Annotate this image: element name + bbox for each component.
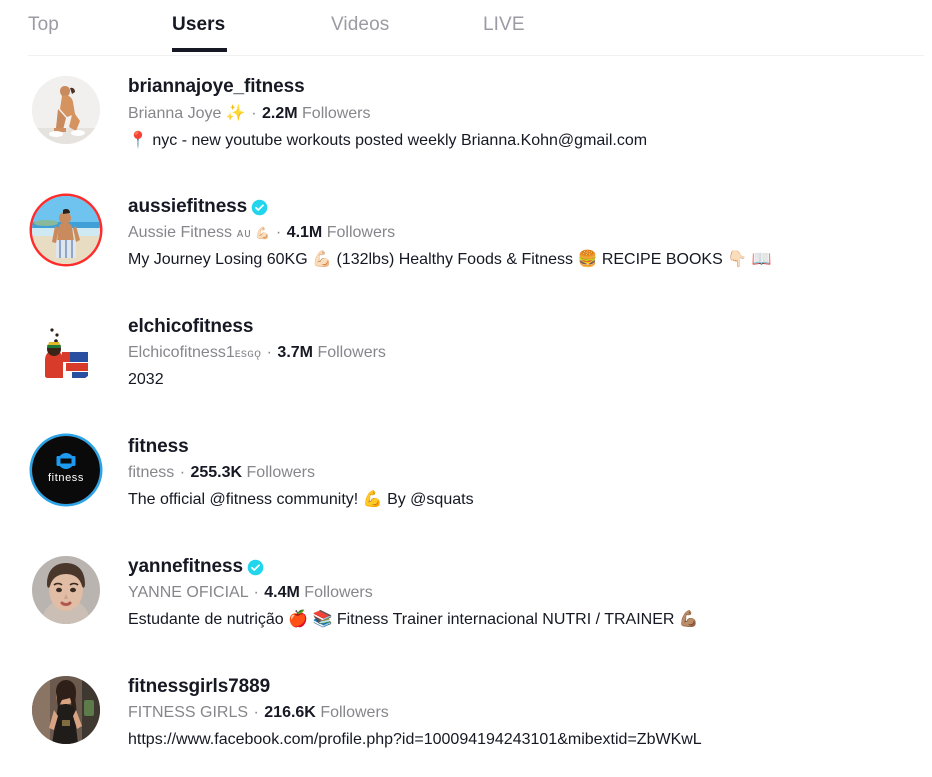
user-description: Estudante de nutrição 🍎 📚 Fitness Traine… — [128, 611, 699, 628]
followers-count: 216.6K — [264, 704, 316, 721]
user-meta-line: fitness · 255.3K Followers — [128, 461, 920, 485]
username-text: fitness — [128, 436, 189, 457]
avatar-image-woman-gym — [32, 676, 100, 744]
meta-separator: · — [253, 704, 259, 721]
followers-label: Followers — [326, 224, 396, 241]
meta-separator: · — [251, 105, 257, 122]
username-text: fitnessgirls7889 — [128, 676, 271, 697]
username-row[interactable]: aussiefitness — [128, 194, 920, 219]
followers-count: 255.3K — [190, 464, 243, 481]
avatar-image-woman-portrait — [32, 556, 100, 624]
avatar-image-cartoon-logo — [32, 316, 100, 384]
avatar-container — [28, 310, 104, 384]
user-result-row[interactable]: fitness fitness fitness · 255.3K Followe… — [0, 422, 932, 542]
username-row[interactable]: elchicofitness — [128, 314, 920, 339]
user-description: 2032 — [128, 371, 164, 388]
user-meta-line: FITNESS GIRLS · 216.6K Followers — [128, 701, 920, 725]
user-meta-line: Elchicofitness1ᴇsɢǫ · 3.7M Followers — [128, 341, 920, 365]
avatar-container — [28, 190, 104, 264]
user-description: The official @fitness community! 💪 By @s… — [128, 491, 474, 508]
followers-count: 4.1M — [286, 224, 323, 241]
username-row[interactable]: fitness — [128, 434, 920, 459]
user-info: yannefitness YANNE OFICIAL · 4.4M Follow… — [104, 550, 920, 633]
tab-videos[interactable]: Videos — [331, 14, 483, 52]
followers-label: Followers — [317, 344, 386, 361]
username-text: briannajoye_fitness — [128, 76, 305, 97]
username-text: aussiefitness — [128, 196, 248, 217]
user-result-row[interactable]: yannefitness YANNE OFICIAL · 4.4M Follow… — [0, 542, 932, 662]
avatar[interactable] — [32, 316, 100, 384]
display-name: Elchicofitness1 — [128, 344, 235, 361]
username-text: elchicofitness — [128, 316, 254, 337]
svg-text:fitness: fitness — [48, 472, 84, 484]
tab-top-label: Top — [28, 14, 59, 35]
username-row[interactable]: fitnessgirls7889 — [128, 674, 920, 699]
meta-separator: · — [179, 464, 186, 481]
tab-live[interactable]: LIVE — [483, 14, 603, 52]
search-result-tabbar: Top Users Videos LIVE — [0, 0, 932, 56]
meta-separator: · — [253, 584, 259, 601]
avatar-container — [28, 70, 104, 144]
user-result-row[interactable]: briannajoye_fitness Brianna Joye ✨ · 2.2… — [0, 62, 932, 182]
name-emoji: ᴀᴜ 💪🏻 — [236, 226, 271, 240]
avatar[interactable]: fitness — [32, 436, 100, 504]
user-meta-line: Brianna Joye ✨ · 2.2M Followers — [128, 101, 920, 126]
tab-users[interactable]: Users — [172, 14, 331, 52]
tab-users-label: Users — [172, 14, 226, 35]
meta-separator: · — [275, 224, 282, 241]
user-results-list: briannajoye_fitness Brianna Joye ✨ · 2.2… — [0, 56, 932, 777]
user-meta-line: Aussie Fitness ᴀᴜ 💪🏻 · 4.1M Followers — [128, 221, 920, 245]
followers-label: Followers — [304, 584, 373, 601]
display-name: YANNE OFICIAL — [128, 584, 249, 601]
user-result-row[interactable]: fitnessgirls7889 FITNESS GIRLS · 216.6K … — [0, 662, 932, 777]
username-row[interactable]: yannefitness — [128, 554, 920, 579]
user-info: aussiefitness Aussie Fitness ᴀᴜ 💪🏻 · 4.1… — [104, 190, 920, 273]
avatar-image-man-beach — [32, 196, 100, 264]
username-row[interactable]: briannajoye_fitness — [128, 74, 920, 99]
tab-live-label: LIVE — [483, 14, 525, 35]
display-name: FITNESS GIRLS — [128, 704, 249, 721]
avatar[interactable] — [32, 76, 100, 144]
user-info: elchicofitness Elchicofitness1ᴇsɢǫ · 3.7… — [104, 310, 920, 393]
user-info: briannajoye_fitness Brianna Joye ✨ · 2.2… — [104, 70, 920, 154]
avatar-image-woman-lunge — [32, 76, 100, 144]
tab-top[interactable]: Top — [28, 14, 172, 52]
verified-badge-icon — [251, 198, 268, 216]
avatar-container — [28, 670, 104, 744]
user-meta-line: YANNE OFICIAL · 4.4M Followers — [128, 581, 920, 605]
followers-count: 3.7M — [277, 344, 313, 361]
verified-badge-icon — [247, 558, 264, 576]
name-emoji: ✨ — [225, 103, 246, 122]
avatar[interactable] — [32, 676, 100, 744]
user-info: fitness fitness · 255.3K Followers The o… — [104, 430, 920, 513]
tab-videos-label: Videos — [331, 14, 390, 35]
avatar[interactable] — [32, 196, 100, 264]
avatar-container: fitness — [28, 430, 104, 504]
user-description: 📍 nyc - new youtube workouts posted week… — [128, 132, 648, 149]
meta-separator: · — [266, 344, 272, 361]
followers-label: Followers — [320, 704, 389, 721]
display-name: Brianna Joye — [128, 105, 222, 122]
avatar-container — [28, 550, 104, 624]
user-description: https://www.facebook.com/profile.php?id=… — [128, 731, 702, 748]
display-name: fitness — [128, 464, 175, 481]
followers-count: 4.4M — [264, 584, 300, 601]
username-text: yannefitness — [128, 556, 243, 577]
display-name: Aussie Fitness — [128, 224, 233, 241]
followers-label: Followers — [302, 105, 371, 122]
user-info: fitnessgirls7889 FITNESS GIRLS · 216.6K … — [104, 670, 920, 753]
followers-label: Followers — [246, 464, 315, 481]
user-result-row[interactable]: aussiefitness Aussie Fitness ᴀᴜ 💪🏻 · 4.1… — [0, 182, 932, 302]
user-result-row[interactable]: elchicofitness Elchicofitness1ᴇsɢǫ · 3.7… — [0, 302, 932, 422]
avatar-image-fitness-dumbbell-logo: fitness — [32, 436, 100, 504]
active-tab-underline — [172, 48, 227, 52]
name-emoji: ᴇsɢǫ — [234, 346, 262, 360]
user-description: My Journey Losing 60KG 💪🏻 (132lbs) Healt… — [128, 251, 772, 268]
avatar[interactable] — [32, 556, 100, 624]
followers-count: 2.2M — [262, 105, 298, 122]
